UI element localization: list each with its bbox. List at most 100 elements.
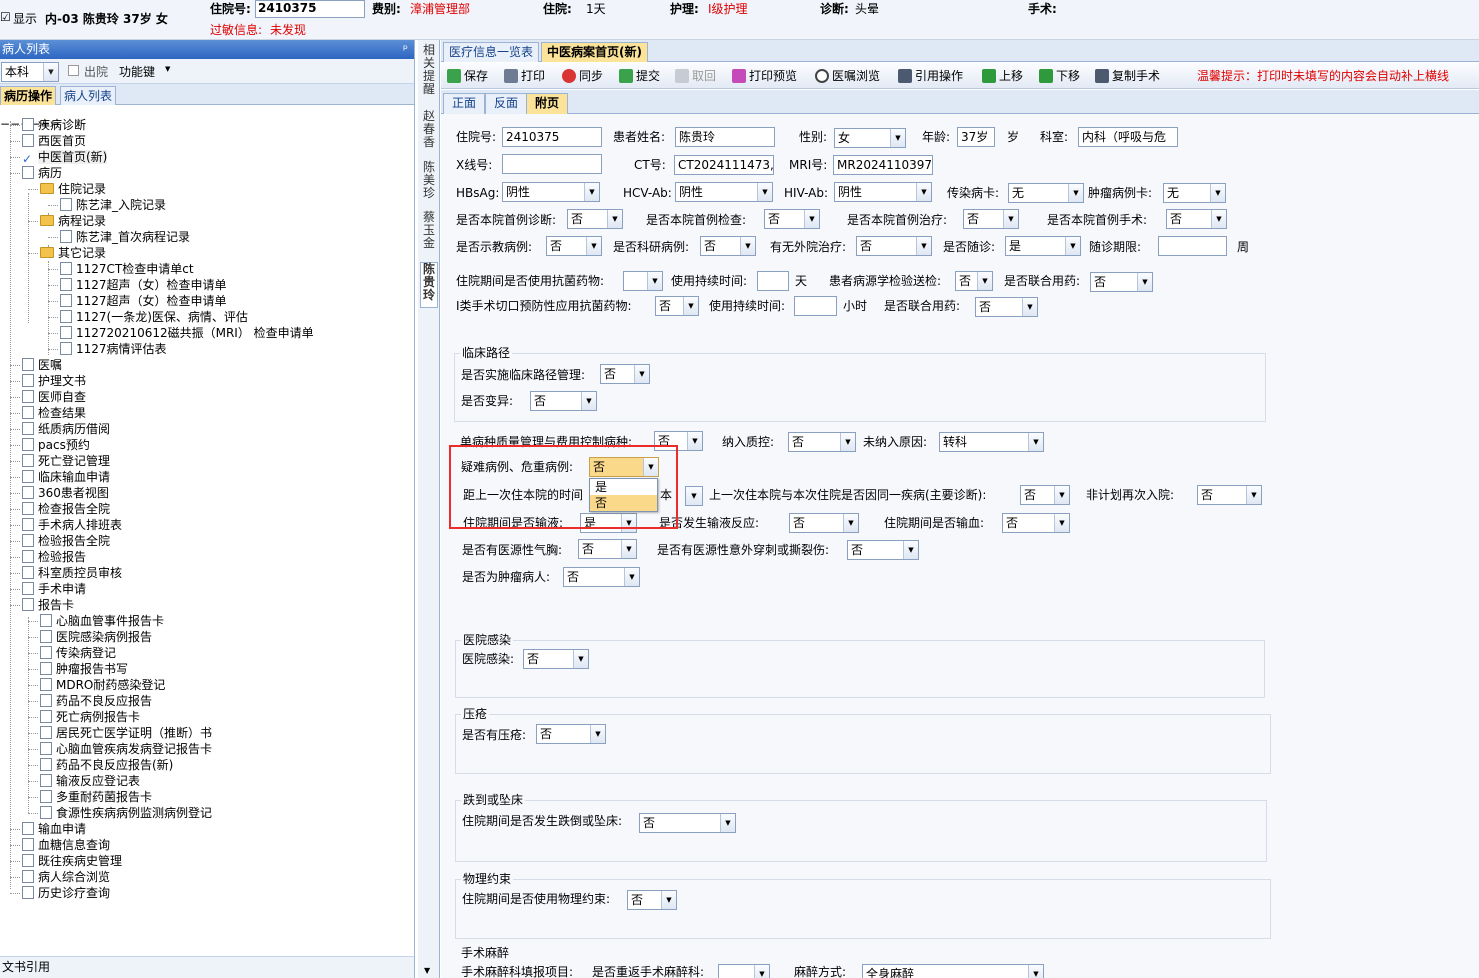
chevron-down-icon[interactable]: ▼ xyxy=(661,891,676,909)
tree-item[interactable]: 血糖信息查询 xyxy=(22,837,110,853)
tree-item[interactable]: 居民死亡医学证明（推断）书 xyxy=(40,725,212,741)
tree-item[interactable]: 传染病登记 xyxy=(40,645,116,661)
vtab-reminders[interactable]: 相关提醒 xyxy=(420,44,438,106)
move-up-button[interactable]: 上移 xyxy=(982,67,1023,85)
chevron-down-icon[interactable]: ▼ xyxy=(977,272,992,290)
tree-item[interactable]: 报告卡 xyxy=(22,597,74,613)
doc-reference-bar[interactable]: 文书引用 xyxy=(0,956,414,978)
tab-record-ops[interactable]: 病历操作 xyxy=(0,86,57,105)
antibiotic-select[interactable]: ▼ xyxy=(623,271,663,291)
qc-select[interactable]: 否 ▼ xyxy=(788,432,856,452)
chevron-down-icon[interactable]: ▼ xyxy=(687,432,702,450)
chevron-down-icon[interactable]: ▼ xyxy=(634,365,649,383)
tree-item[interactable]: 112720210612磁共振（MRI） 检查申请单 xyxy=(60,325,314,341)
vtab-patient-1[interactable]: 赵春香 xyxy=(420,110,438,152)
first-surg-select[interactable]: 否 ▼ xyxy=(1166,209,1227,229)
tree-item[interactable]: 死亡登记管理 xyxy=(22,453,110,469)
print-button[interactable]: 打印 xyxy=(504,67,545,85)
chevron-down-icon[interactable]: ▼ xyxy=(1068,184,1083,202)
tree-item[interactable]: 病历 xyxy=(22,165,62,181)
hbsag-select[interactable]: 阴性 ▼ xyxy=(502,182,600,202)
cp-var-select[interactable]: 否 ▼ xyxy=(530,391,597,411)
admit-no-field[interactable]: 2410375 xyxy=(502,127,602,147)
puncture-select[interactable]: 否 ▼ xyxy=(847,540,919,560)
tree-item[interactable]: 陈艺津_首次病程记录 xyxy=(60,229,190,245)
chevron-down-icon[interactable]: ▼ xyxy=(757,183,772,201)
tab-tcm-front-page[interactable]: 中医病案首页(新) xyxy=(541,42,648,62)
chevron-down-icon[interactable]: ▼ xyxy=(720,814,735,832)
tree-item[interactable]: 检验报告 xyxy=(22,549,86,565)
chevron-down-icon[interactable]: ▼ xyxy=(754,965,769,978)
duration2-field[interactable] xyxy=(794,296,837,316)
chevron-down-icon[interactable]: ▼ xyxy=(840,433,855,451)
combo-select[interactable]: 否 ▼ xyxy=(1090,272,1153,292)
dept-select[interactable]: 本科 ▼ xyxy=(1,62,59,82)
chevron-down-icon[interactable]: ▼ xyxy=(1211,210,1226,228)
orders-browse-button[interactable]: 医嘱浏览 xyxy=(815,67,880,85)
quote-button[interactable]: 引用操作 xyxy=(898,67,963,85)
tree-item[interactable]: 医嘱 xyxy=(22,357,62,373)
chevron-down-icon[interactable]: ▼ xyxy=(1137,273,1152,291)
vtab-patient-3[interactable]: 蔡玉金 xyxy=(420,211,438,253)
chevron-down-icon[interactable]: ▼ xyxy=(1003,210,1018,228)
pressure-select[interactable]: 否 ▼ xyxy=(536,724,606,744)
chevron-down-icon[interactable]: ▼ xyxy=(1028,965,1043,978)
option-yes[interactable]: 是 xyxy=(590,479,657,495)
cp-impl-select[interactable]: 否 ▼ xyxy=(600,364,650,384)
tree-item[interactable]: 药品不良反应报告(新) xyxy=(40,757,173,773)
not-in-select[interactable]: 转科 ▼ xyxy=(939,432,1044,452)
same-disease-select[interactable]: 否 ▼ xyxy=(1020,485,1070,505)
first-treat-select[interactable]: 否 ▼ xyxy=(963,209,1019,229)
save-button[interactable]: 保存 xyxy=(447,67,488,85)
followup-select[interactable]: 是 ▼ xyxy=(1005,236,1081,256)
tab-back[interactable]: 反面 xyxy=(485,93,528,114)
first-exam-select[interactable]: 否 ▼ xyxy=(764,209,820,229)
combo2-select[interactable]: 否 ▼ xyxy=(975,297,1038,317)
outside-select[interactable]: 否 ▼ xyxy=(856,236,932,256)
tree-item[interactable]: 手术申请 xyxy=(22,581,86,597)
chevron-down-icon[interactable]: ▼ xyxy=(843,514,858,532)
chevron-down-icon[interactable]: ▼ xyxy=(804,210,819,228)
tree-item[interactable]: 病程记录 xyxy=(40,213,106,229)
tree-item[interactable]: 医院感染病例报告 xyxy=(40,629,152,645)
chevron-down-icon[interactable]: ▼ xyxy=(903,541,918,559)
restraint-select[interactable]: 否 ▼ xyxy=(627,890,677,910)
tab-appendix[interactable]: 附页 xyxy=(526,93,569,114)
option-no[interactable]: 否 xyxy=(590,495,657,511)
print-preview-button[interactable]: 打印预览 xyxy=(732,67,797,85)
hiv-select[interactable]: 阴性 ▼ xyxy=(834,182,932,202)
admit-no-field[interactable]: 2410375 xyxy=(255,0,365,18)
tree-item[interactable]: 1127CT检查申请单ct xyxy=(60,261,194,277)
tumor-card-select[interactable]: 无 ▼ xyxy=(1163,183,1226,203)
show-checkbox[interactable]: ☑ xyxy=(0,10,11,24)
chevron-down-icon[interactable]: ▼ xyxy=(165,65,170,73)
chevron-down-icon[interactable]: ▼ xyxy=(1065,237,1080,255)
tree-item[interactable]: 纸质病历借阅 xyxy=(22,421,110,437)
func-key-menu[interactable]: 功能键 xyxy=(119,63,155,80)
pin-icon[interactable]: ᵖ xyxy=(403,40,408,59)
tree-item[interactable]: 检查结果 xyxy=(22,405,86,421)
chevron-down-icon[interactable]: ▼ xyxy=(685,486,703,506)
tree-item[interactable]: 360患者视图 xyxy=(22,485,109,501)
chevron-down-icon[interactable]: ▼ xyxy=(607,210,622,228)
tree-item[interactable]: 1127超声（女）检查申请单 xyxy=(60,293,227,309)
fall-select[interactable]: 否 ▼ xyxy=(639,813,736,833)
move-down-button[interactable]: 下移 xyxy=(1039,67,1080,85)
vtab-patient-2[interactable]: 陈美珍 xyxy=(420,161,438,203)
tree-item[interactable]: 陈艺津_入院记录 xyxy=(60,197,166,213)
tree-item[interactable]: 输液反应登记表 xyxy=(40,773,140,789)
chevron-down-icon[interactable]: ▼ xyxy=(581,392,596,410)
discharged-checkbox[interactable] xyxy=(68,65,79,76)
submit-button[interactable]: 提交 xyxy=(619,67,660,85)
chevron-down-icon[interactable]: ▼ xyxy=(1210,184,1225,202)
tree-item[interactable]: 1127病情评估表 xyxy=(60,341,167,357)
chevron-down-icon[interactable]: ▼ xyxy=(1022,298,1037,316)
chevron-down-icon[interactable]: ▼ xyxy=(586,237,601,255)
name-field[interactable]: 陈贵玲 xyxy=(675,127,775,147)
tree-item[interactable]: 病人综合浏览 xyxy=(22,869,110,885)
mri-field[interactable]: MR2024110397 xyxy=(833,155,933,175)
tree-item[interactable]: 死亡病例报告卡 xyxy=(40,709,140,725)
tree-item[interactable]: 西医首页 xyxy=(22,133,86,149)
micro-select[interactable]: 否 ▼ xyxy=(955,271,993,291)
chevron-down-icon[interactable]: ▼ xyxy=(1246,486,1261,504)
